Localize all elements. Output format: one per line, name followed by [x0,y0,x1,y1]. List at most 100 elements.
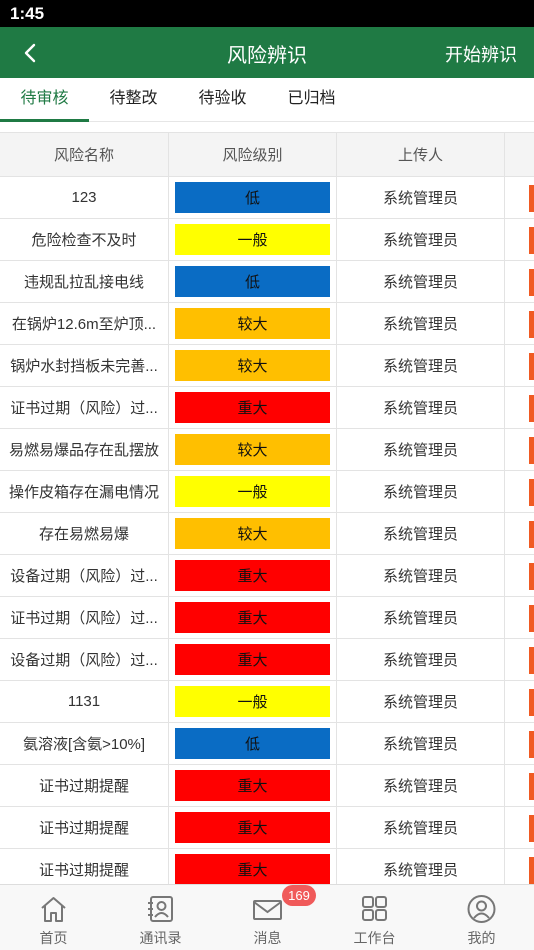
app-header: 风险辨识 开始辨识 [0,27,534,78]
row-action-button[interactable] [529,563,534,590]
row-action-button[interactable] [529,857,534,884]
active-tab-indicator [0,119,89,122]
table-row[interactable]: 危险检查不及时 一般 系统管理员 [0,219,534,261]
uploader-cell: 系统管理员 [337,513,505,554]
table-row[interactable]: 易燃易爆品存在乱摆放 较大 系统管理员 [0,429,534,471]
risk-name-cell: 1131 [0,681,169,722]
row-action-button[interactable] [529,311,534,338]
row-action-button[interactable] [529,479,534,506]
row-action-button[interactable] [529,185,534,212]
table-row[interactable]: 123 低系统管理员 [0,177,534,219]
tab-archived[interactable]: 已归档 [267,78,356,122]
row-action-cell[interactable] [505,849,534,884]
risk-level-cell: 一般 [169,471,337,512]
row-action-cell[interactable] [505,597,534,638]
table-row[interactable]: 在锅炉12.6m至炉顶... 较大 系统管理员 [0,303,534,345]
uploader-cell: 系统管理员 [337,849,505,884]
risk-name: 设备过期（风险）过... [10,652,158,669]
risk-level-cell: 一般 [169,681,337,722]
row-action-button[interactable] [529,773,534,800]
row-action-cell[interactable] [505,219,534,260]
start-identify-button[interactable]: 开始辨识 [445,41,517,67]
risk-level-badge: 低 [175,182,330,213]
risk-name: 操作皮箱存在漏电情况 [8,484,159,501]
risk-name: 证书过期提醒 [38,778,129,795]
risk-level-badge: 重大 [175,812,330,843]
table-row[interactable]: 证书过期（风险）过... 重大 系统管理员 [0,597,534,639]
row-action-cell[interactable] [505,261,534,302]
row-action-button[interactable] [529,353,534,380]
risk-level-badge: 较大 [175,518,330,549]
row-action-cell[interactable] [505,471,534,512]
table-row[interactable]: 存在易燃易爆 较大 系统管理员 [0,513,534,555]
row-action-cell[interactable] [505,807,534,848]
table-row[interactable]: 设备过期（风险）过... 重大 系统管理员 [0,555,534,597]
risk-level-cell: 低 [169,261,337,302]
table-row[interactable]: 锅炉水封挡板未完善... 较大 系统管理员 [0,345,534,387]
column-header-uploader: 上传人 [337,133,505,176]
table-row[interactable]: 设备过期（风险）过... 重大 系统管理员 [0,639,534,681]
table-row[interactable]: 证书过期（风险）过... 重大 系统管理员 [0,387,534,429]
row-action-cell[interactable] [505,513,534,554]
risk-name-cell: 锅炉水封挡板未完善... [0,345,169,386]
table-row[interactable]: 违规乱拉乱接电线 低系统管理员 [0,261,534,303]
table-row[interactable]: 氨溶液[含氨>10%] 低系统管理员 [0,723,534,765]
risk-name-cell: 123 [0,177,169,218]
row-action-cell[interactable] [505,765,534,806]
nav-mine[interactable]: 我的 [428,885,534,950]
risk-name-cell: 证书过期（风险）过... [0,597,169,638]
risk-name: 存在易燃易爆 [38,526,129,543]
risk-name-cell: 存在易燃易爆 [0,513,169,554]
row-action-button[interactable] [529,647,534,674]
row-action-cell[interactable] [505,303,534,344]
status-time: 1:45 [10,4,45,23]
tab-pending-review[interactable]: 待审核 [0,78,89,122]
row-action-cell[interactable] [505,681,534,722]
tab-pending-acceptance[interactable]: 待验收 [178,78,267,122]
row-action-button[interactable] [529,689,534,716]
row-action-cell[interactable] [505,429,534,470]
table-row[interactable]: 证书过期提醒 重大 系统管理员 [0,807,534,849]
risk-name-cell: 违规乱拉乱接电线 [0,261,169,302]
risk-name-cell: 设备过期（风险）过... [0,555,169,596]
risk-name: 证书过期提醒 [38,862,129,879]
table-row[interactable]: 证书过期提醒 重大 系统管理员 [0,765,534,807]
risk-name: 设备过期（风险）过... [10,568,158,585]
row-action-cell[interactable] [505,177,534,218]
nav-mine-label: 我的 [467,930,496,946]
row-action-cell[interactable] [505,555,534,596]
risk-level-cell: 低 [169,723,337,764]
row-action-cell[interactable] [505,345,534,386]
tab-pending-rectify[interactable]: 待整改 [89,78,178,122]
nav-workbench[interactable]: 工作台 [321,885,428,950]
risk-name-cell: 在锅炉12.6m至炉顶... [0,303,169,344]
uploader-cell: 系统管理员 [337,597,505,638]
row-action-button[interactable] [529,605,534,632]
risk-level-cell: 低 [169,177,337,218]
user-icon [467,895,496,923]
column-header-extra [505,133,534,176]
row-action-cell[interactable] [505,639,534,680]
row-action-button[interactable] [529,269,534,296]
row-action-button[interactable] [529,731,534,758]
nav-contacts[interactable]: 通讯录 [107,885,214,950]
risk-table[interactable]: 风险名称 风险级别 上传人 123 低系统管理员 危险检查不及时 一般 系统管理员 违规乱… [0,132,534,884]
risk-name-cell: 证书过期提醒 [0,849,169,884]
row-action-cell[interactable] [505,387,534,428]
nav-contacts-label: 通讯录 [139,930,182,946]
table-row[interactable]: 操作皮箱存在漏电情况 一般 系统管理员 [0,471,534,513]
row-action-button[interactable] [529,395,534,422]
row-action-button[interactable] [529,815,534,842]
risk-name-cell: 氨溶液[含氨>10%] [0,723,169,764]
nav-home[interactable]: 首页 [0,885,107,950]
uploader-cell: 系统管理员 [337,807,505,848]
home-icon [41,897,66,922]
risk-name-cell: 证书过期（风险）过... [0,387,169,428]
row-action-button[interactable] [529,521,534,548]
mail-icon [253,900,282,920]
table-row[interactable]: 1131 一般 系统管理员 [0,681,534,723]
row-action-button[interactable] [529,437,534,464]
row-action-cell[interactable] [505,723,534,764]
table-row[interactable]: 证书过期提醒 重大 系统管理员 [0,849,534,884]
row-action-button[interactable] [529,227,534,254]
